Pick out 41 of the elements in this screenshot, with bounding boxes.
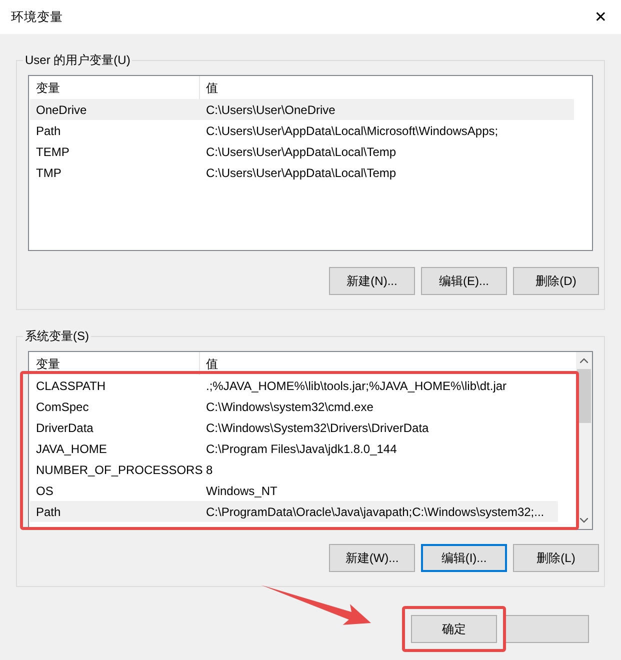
variable-value: C:\Program Files\Java\jdk1.8.0_144 — [205, 440, 397, 458]
variable-value: C:\Windows\System32\Drivers\DriverData — [205, 420, 429, 436]
scroll-down-icon[interactable] — [580, 518, 588, 523]
variable-name: ComSpec — [35, 398, 90, 416]
variable-name: JAVA_HOME — [35, 440, 108, 458]
variable-value: .;%JAVA_HOME%\lib\tools.jar;%JAVA_HOME%\lib\dt.jar — [205, 378, 507, 394]
ok-button[interactable]: 确定 — [411, 615, 497, 643]
group-label: User 的用户变量(U) — [23, 52, 132, 68]
action-button[interactable]: 删除(D) — [513, 267, 599, 295]
scroll-up-icon[interactable] — [580, 358, 588, 363]
variable-value: C:\Users\User\AppData\Local\Temp — [205, 164, 396, 182]
variable-name: TEMP — [35, 144, 70, 160]
variable-name: OneDrive — [35, 102, 88, 118]
variable-value: C:\ProgramData\Oracle\Java\javapath;C:\Windows\system32;... — [205, 504, 544, 520]
variable-value: C:\Users\User\OneDrive — [205, 102, 336, 118]
variable-list[interactable]: 变量 值 OneDrive C:\Users\User\OneDrive Path C:\Users\User\AppData\Local\Microsoft\WindowsApps; TEMP C:\Users\User\AppData\Local\Temp TMP C:\Users\User\AppData\Local\Temp — [28, 75, 593, 251]
action-button[interactable]: 新建(W)... — [329, 544, 415, 572]
cancel-button[interactable] — [503, 615, 589, 643]
variable-name: Path — [35, 504, 62, 520]
variable-name: TMP — [35, 164, 62, 182]
action-button[interactable]: 新建(N)... — [329, 267, 415, 295]
variable-value: C:\Users\User\AppData\Local\Microsoft\WindowsApps; — [205, 122, 498, 140]
variable-value: C:\Windows\system32\cmd.exe — [205, 398, 374, 416]
column-header: 变量 — [35, 80, 60, 96]
close-button[interactable]: ✕ — [590, 8, 611, 26]
column-header: 值 — [205, 356, 218, 372]
variable-value: C:\Users\User\AppData\Local\Temp — [205, 144, 396, 160]
variable-value: 8 — [205, 462, 213, 478]
variable-name: DriverData — [35, 420, 94, 436]
variable-value: Windows_NT — [205, 482, 278, 500]
variable-name: NUMBER_OF_PROCESSORS — [35, 462, 200, 478]
action-button[interactable]: 编辑(E)... — [421, 267, 507, 295]
variable-name: Path — [35, 122, 62, 140]
variable-name: CLASSPATH — [35, 378, 107, 394]
action-button[interactable]: 编辑(I)... — [421, 544, 507, 572]
action-button[interactable]: 删除(L) — [513, 544, 599, 572]
group-label: 系统变量(S) — [23, 328, 91, 344]
column-header: 变量 — [35, 356, 60, 372]
column-header: 值 — [205, 80, 218, 96]
window-title: 环境变量 — [11, 8, 63, 26]
variable-name: OS — [35, 482, 54, 500]
